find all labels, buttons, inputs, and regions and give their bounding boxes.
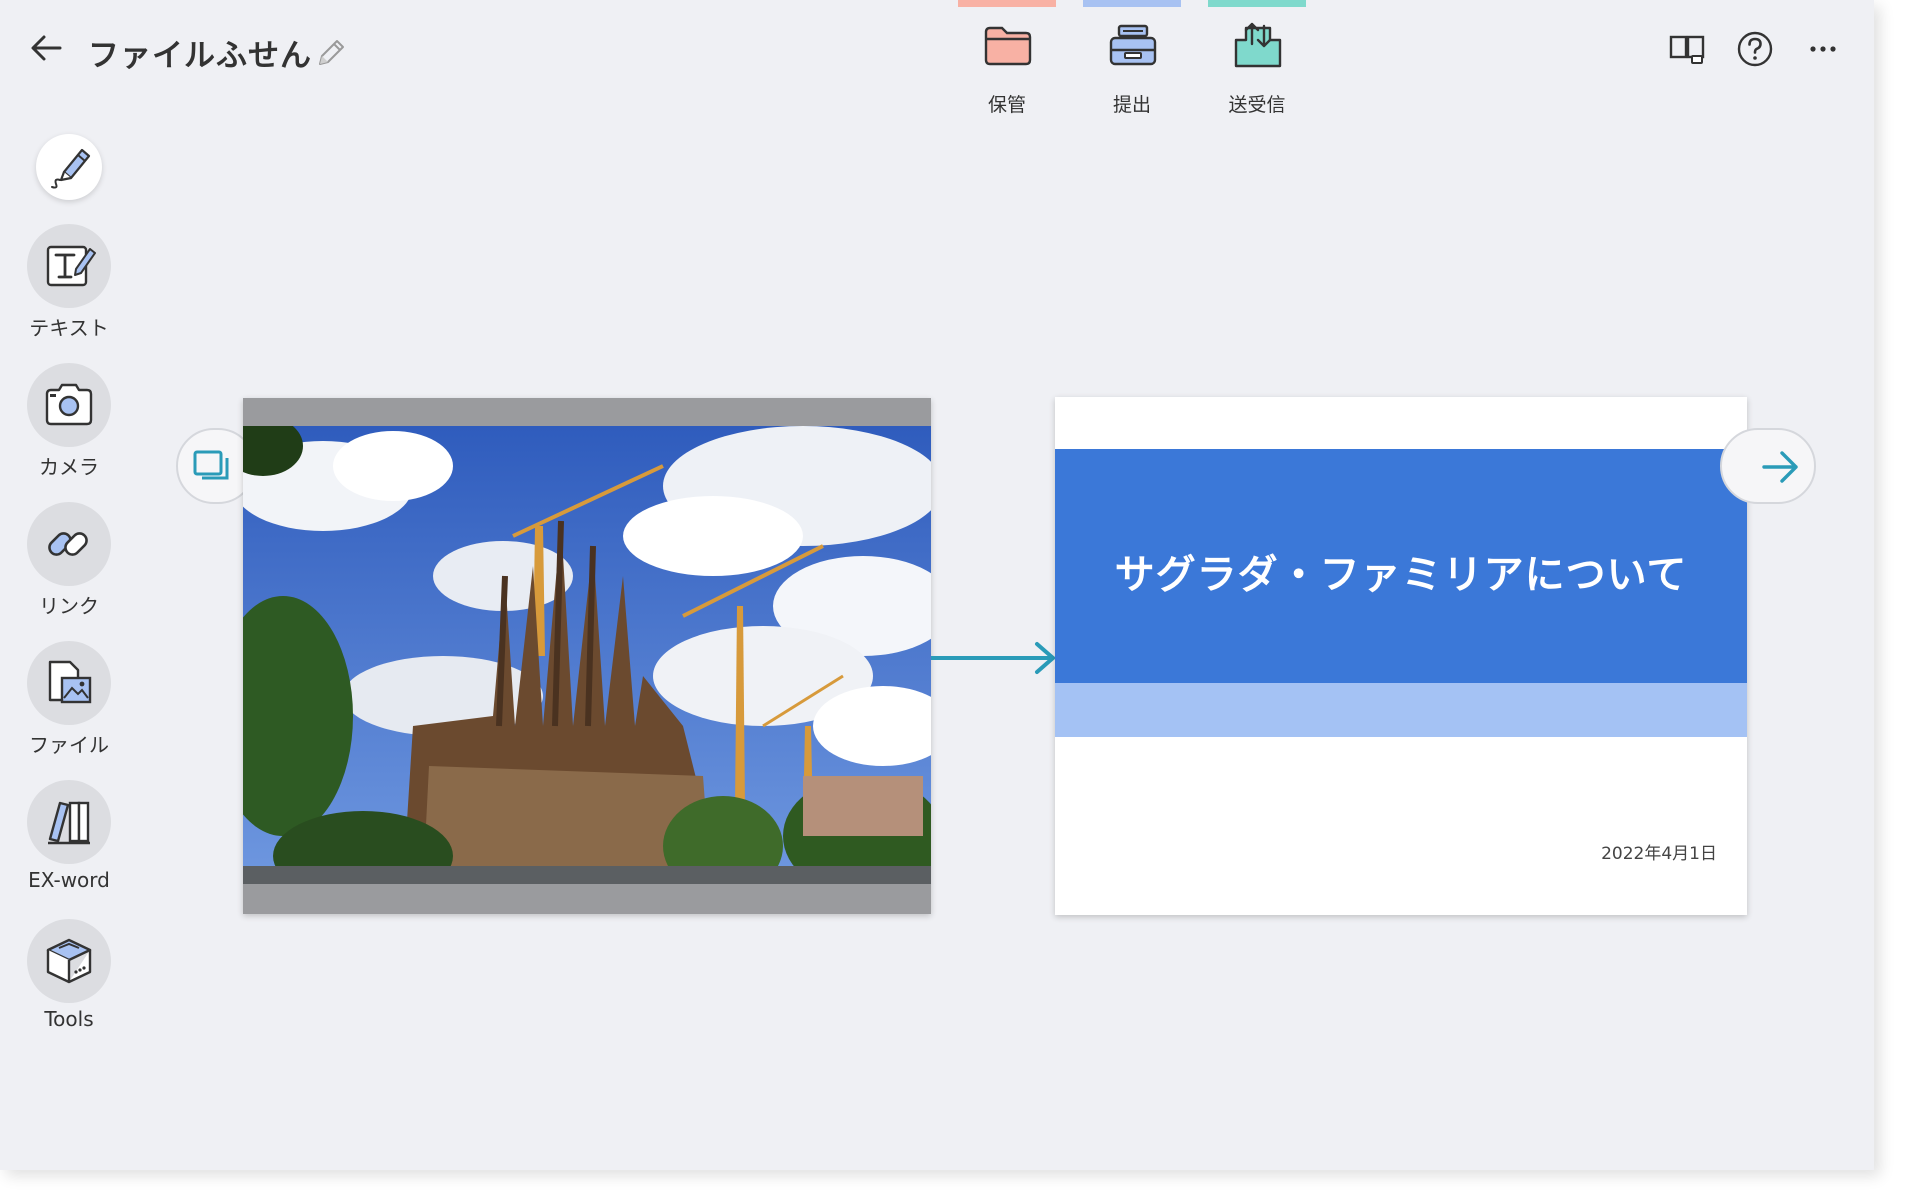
photo-card[interactable] <box>243 398 931 914</box>
sidebar-item-link[interactable]: リンク <box>24 502 114 619</box>
slide-title-band: サグラダ・ファミリアについて <box>1055 449 1747 683</box>
tray-icon <box>1109 24 1157 66</box>
tab-store-label: 保管 <box>987 94 1026 116</box>
slide-subtitle-band <box>1055 683 1747 737</box>
layout-icon[interactable] <box>1668 30 1706 68</box>
sidebar-item-text[interactable]: テキスト <box>24 224 114 341</box>
sidebar-item-camera[interactable]: カメラ <box>24 363 114 480</box>
file-icon <box>48 660 92 704</box>
sidebar-camera-circle <box>27 363 111 447</box>
tab-send-label: 送受信 <box>1228 94 1286 116</box>
sidebar-exword-label: EX-word <box>28 868 110 892</box>
slide-date: 2022年4月1日 <box>1601 844 1717 864</box>
page-title: ファイルふせん <box>88 38 312 74</box>
tab-submit[interactable]: 提出 <box>1083 0 1181 116</box>
photo-icon <box>243 426 931 884</box>
sidebar-tools-label: Tools <box>44 1007 94 1031</box>
sidebar-text-circle <box>27 224 111 308</box>
card-stack-icon <box>193 450 229 480</box>
sidebar-exword-circle <box>27 780 111 864</box>
text-icon <box>46 245 96 287</box>
next-card-button[interactable] <box>1720 428 1816 504</box>
back-arrow-icon[interactable] <box>28 30 64 66</box>
sidebar-link-label: リンク <box>39 594 99 618</box>
pencil-icon[interactable] <box>314 36 348 70</box>
sidebar-file-circle <box>27 641 111 725</box>
slide-title: サグラダ・ファミリアについて <box>1114 552 1688 598</box>
more-icon[interactable] <box>1804 30 1842 68</box>
sidebar-tools-circle <box>27 919 111 1003</box>
sidebar-item-file[interactable]: ファイル <box>24 641 114 758</box>
pen-icon <box>51 148 91 189</box>
sidebar-text-label: テキスト <box>29 316 109 340</box>
sidebar-item-exword[interactable]: EX-word <box>24 780 114 892</box>
camera-icon <box>45 383 93 426</box>
tab-send-receive[interactable]: 送受信 <box>1208 0 1306 116</box>
tools-icon <box>46 938 92 984</box>
connector-arrow-icon <box>931 642 1055 674</box>
link-icon <box>48 532 88 556</box>
arrow-right-icon <box>1762 451 1798 483</box>
help-icon[interactable] <box>1736 30 1774 68</box>
tab-store-color-bar <box>958 0 1056 7</box>
send-receive-icon <box>1234 22 1282 68</box>
tab-store[interactable]: 保管 <box>958 0 1056 116</box>
pen-tool-button[interactable] <box>36 134 102 200</box>
sidebar-link-circle <box>27 502 111 586</box>
app-window: ファイルふせん 保管 提出 送受信 テキスト カメラ リンク ファイル EX-w… <box>0 0 1874 1170</box>
slide-card[interactable]: サグラダ・ファミリアについて 2022年4月1日 <box>1055 397 1747 915</box>
tab-submit-label: 提出 <box>1112 94 1151 116</box>
dictionary-icon <box>48 801 90 845</box>
tab-submit-color-bar <box>1083 0 1181 7</box>
sidebar-item-tools[interactable]: Tools <box>24 919 114 1031</box>
sidebar-file-label: ファイル <box>29 733 109 757</box>
sidebar-camera-label: カメラ <box>39 455 99 479</box>
folder-icon <box>984 26 1032 66</box>
tab-send-color-bar <box>1208 0 1306 7</box>
